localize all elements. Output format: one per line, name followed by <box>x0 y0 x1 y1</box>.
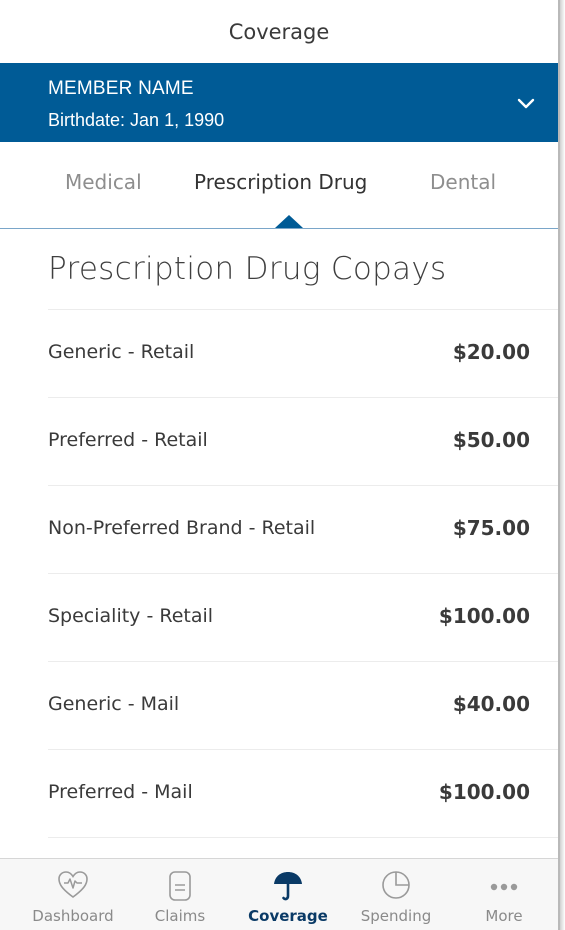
heart-pulse-icon <box>58 871 88 898</box>
window-shadow <box>560 0 565 930</box>
nav-claims[interactable]: Claims <box>130 859 230 930</box>
page-title: Coverage <box>0 0 558 63</box>
list-item: Generic - Mail $40.00 <box>48 662 558 750</box>
nav-coverage[interactable]: Coverage <box>238 859 338 930</box>
copay-label: Preferred - Mail <box>48 781 193 803</box>
copay-value: $20.00 <box>452 340 530 364</box>
copay-value: $40.00 <box>452 692 530 716</box>
more-dots-icon <box>490 883 518 891</box>
active-tab-indicator <box>275 215 303 228</box>
list-item: Speciality - Retail $100.00 <box>48 574 558 662</box>
app-screen: Coverage MEMBER NAME Birthdate: Jan 1, 1… <box>0 0 560 930</box>
pie-chart-icon <box>382 871 410 899</box>
member-selector[interactable]: MEMBER NAME Birthdate: Jan 1, 1990 <box>0 63 558 142</box>
copay-value: $75.00 <box>452 516 530 540</box>
coverage-tabs: Medical Prescription Drug Dental <box>0 142 558 229</box>
copay-label: Preferred - Retail <box>48 429 208 451</box>
nav-spending[interactable]: Spending <box>346 859 446 930</box>
chevron-down-icon[interactable] <box>514 91 538 115</box>
copay-label: Generic - Mail <box>48 693 180 715</box>
tab-dental[interactable]: Dental <box>430 170 496 194</box>
nav-dashboard[interactable]: Dashboard <box>23 859 123 930</box>
copay-label: Generic - Retail <box>48 341 195 363</box>
copay-value: $100.00 <box>438 780 530 804</box>
copay-list: Generic - Retail $20.00 Preferred - Reta… <box>0 310 558 838</box>
list-item: Non-Preferred Brand - Retail $75.00 <box>48 486 558 574</box>
tab-prescription-drug[interactable]: Prescription Drug <box>194 170 367 194</box>
copay-value: $50.00 <box>452 428 530 452</box>
bottom-navigation: Dashboard Claims Coverage Spending More <box>0 858 558 930</box>
nav-label: Spending <box>360 907 432 925</box>
document-icon <box>169 871 191 901</box>
member-birthdate: Birthdate: Jan 1, 1990 <box>48 110 225 130</box>
list-item: Preferred - Retail $50.00 <box>48 398 558 486</box>
copay-label: Non-Preferred Brand - Retail <box>48 517 316 539</box>
tab-medical[interactable]: Medical <box>65 170 142 194</box>
copay-value: $100.00 <box>438 604 530 628</box>
umbrella-icon <box>274 872 302 901</box>
nav-label: Claims <box>154 907 206 925</box>
member-name: MEMBER NAME <box>48 78 194 99</box>
list-item: Generic - Retail $20.00 <box>48 310 558 398</box>
section-title: Prescription Drug Copays <box>48 251 447 287</box>
nav-more[interactable]: More <box>454 859 554 930</box>
nav-label: More <box>485 907 523 925</box>
list-item: Preferred - Mail $100.00 <box>48 750 558 838</box>
nav-label: Dashboard <box>32 907 114 925</box>
nav-label: Coverage <box>248 907 328 925</box>
copay-label: Speciality - Retail <box>48 605 214 627</box>
